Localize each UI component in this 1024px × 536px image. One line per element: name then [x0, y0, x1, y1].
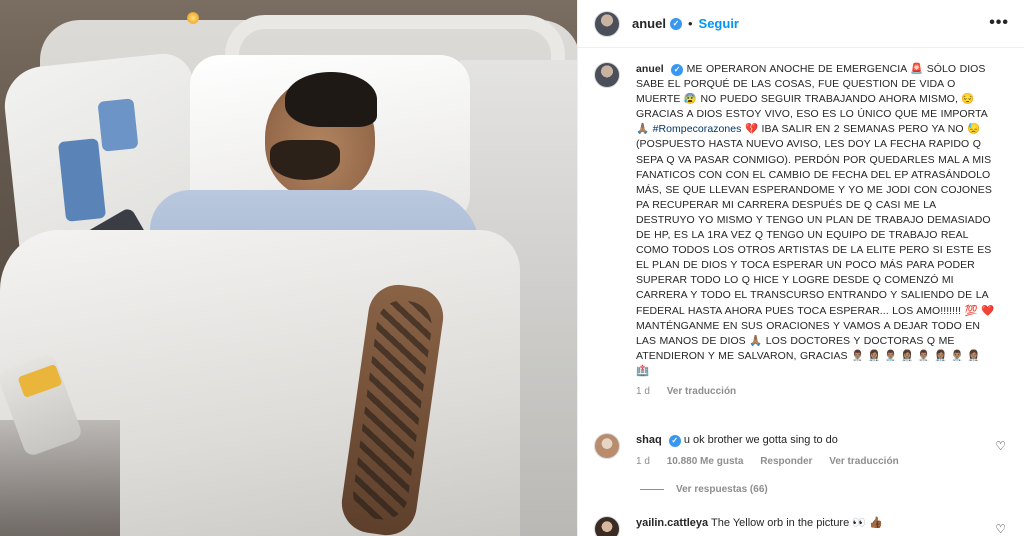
comment-body: yailin.cattleya The Yellow orb in the pi…	[636, 516, 976, 536]
comment-username[interactable]: shaq	[636, 434, 662, 446]
comment-likes[interactable]: 10.880 Me gusta	[667, 456, 744, 467]
view-replies-button[interactable]: Ver respuestas (66)	[640, 484, 768, 495]
comment-body: shaq ✓ u ok brother we gotta sing to do …	[636, 433, 976, 467]
comment-avatar[interactable]	[594, 433, 620, 459]
caption-text: anuel ✓ ME OPERARON ANOCHE DE EMERGENCIA…	[636, 62, 996, 379]
comment-age: 1 d	[636, 456, 650, 467]
comment-item: yailin.cattleya The Yellow orb in the pi…	[594, 516, 1014, 536]
comment-message: The Yellow orb in the picture 👀 👍🏾	[711, 517, 883, 529]
post-photo[interactable]	[0, 0, 577, 536]
comment-text: shaq ✓ u ok brother we gotta sing to do	[636, 433, 976, 447]
comment-message: u ok brother we gotta sing to do	[683, 434, 838, 446]
comment-avatar[interactable]	[594, 516, 620, 536]
caption-meta: 1 d Ver traducción	[636, 386, 996, 397]
bed-control-panel-upper	[97, 98, 139, 152]
verified-badge-icon: ✓	[668, 435, 681, 447]
avatar[interactable]	[594, 10, 620, 37]
hashtag-link[interactable]: #Rompecorazones	[653, 123, 742, 135]
post-header: anuel ✓ • Seguir •••	[578, 0, 1024, 48]
comment-item: shaq ✓ u ok brother we gotta sing to do …	[594, 433, 1014, 467]
caption-username[interactable]: anuel	[636, 63, 664, 75]
verified-badge-icon: ✓	[669, 17, 682, 30]
bed-control-panel	[57, 138, 107, 222]
verified-badge-icon: ✓	[671, 64, 684, 76]
heart-icon[interactable]: ♡	[995, 522, 1006, 536]
post-sidebar: anuel ✓ • Seguir ••• anuel ✓ ME OPERARON…	[577, 0, 1024, 536]
caption-body: anuel ✓ ME OPERARON ANOCHE DE EMERGENCIA…	[636, 62, 996, 397]
more-options-icon[interactable]: •••	[989, 14, 1009, 32]
reply-button[interactable]: Responder	[760, 456, 812, 467]
patient-hair	[285, 72, 377, 127]
post-username[interactable]: anuel	[632, 16, 666, 31]
yellow-orb	[187, 12, 199, 24]
caption-avatar[interactable]	[594, 62, 620, 88]
patient-beard	[270, 140, 340, 180]
comment-meta: 1 d 10.880 Me gusta Responder Ver traduc…	[636, 456, 976, 467]
caption-age: 1 d	[636, 385, 650, 397]
follow-button[interactable]: Seguir	[699, 16, 739, 31]
separator-dot: •	[687, 16, 693, 31]
post-caption: anuel ✓ ME OPERARON ANOCHE DE EMERGENCIA…	[594, 62, 1014, 397]
see-translation-button[interactable]: Ver traducción	[829, 456, 898, 467]
caption-part-2: 💔 IBA SALIR EN 2 SEMANAS PERO YA NO 😓 (P…	[636, 123, 995, 377]
replies-line	[640, 489, 664, 490]
view-replies-label: Ver respuestas (66)	[676, 484, 768, 495]
comment-username[interactable]: yailin.cattleya	[636, 517, 708, 529]
comment-text: yailin.cattleya The Yellow orb in the pi…	[636, 516, 976, 530]
heart-icon[interactable]: ♡	[995, 439, 1006, 453]
see-translation-button[interactable]: Ver traducción	[667, 386, 736, 397]
